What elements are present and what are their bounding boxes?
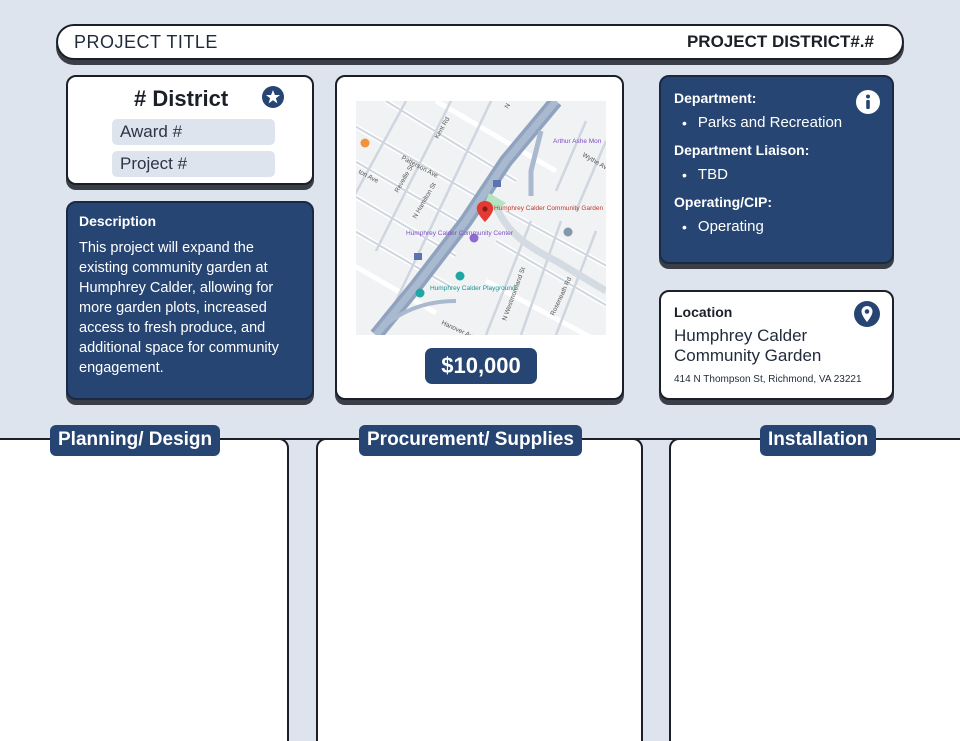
location-label: Location: [674, 304, 733, 320]
installation-heading: Installation: [760, 425, 877, 456]
location-pin-icon: [854, 301, 880, 327]
info-icon: [856, 90, 880, 114]
procurement-supplies-heading: Procurement/ Supplies: [359, 425, 582, 456]
department-card: Department: Parks and Recreation Departm…: [659, 75, 894, 264]
map-label-community-center: Humphrey Calder Community Center: [406, 230, 514, 237]
description-card: Description This project will expand the…: [66, 201, 314, 400]
star-icon: [262, 86, 284, 108]
procurement-supplies-panel: [316, 438, 643, 741]
description-text: This project will expand the existing co…: [79, 240, 279, 376]
map-label-arthur-ashe: Arthur Ashe Mon: [553, 138, 602, 145]
location-address: 414 N Thompson St, Richmond, VA 23221: [674, 374, 862, 385]
planning-design-heading: Planning/ Design: [50, 425, 221, 456]
map-graphic: Humphrey Calder Community Garden Humphre…: [356, 101, 606, 335]
award-number-field: Award #: [112, 119, 275, 145]
location-name: Humphrey Calder Community Garden: [674, 326, 822, 365]
department-value: Parks and Recreation: [682, 114, 879, 131]
header-bar: PROJECT TITLE PROJECT DISTRICT#.#: [56, 24, 904, 60]
project-district: PROJECT DISTRICT#.#: [686, 32, 874, 51]
operating-cip-label: Operating/CIP:: [674, 194, 773, 210]
map-card: Humphrey Calder Community Garden Humphre…: [335, 75, 624, 400]
operating-cip-value: Operating: [682, 218, 879, 235]
liaison-label: Department Liaison:: [674, 142, 810, 158]
district-heading: # District: [134, 86, 229, 111]
planning-design-panel: [0, 438, 289, 741]
location-card: Location Humphrey Calder Community Garde…: [659, 290, 894, 400]
installation-panel: [669, 438, 960, 741]
budget-badge: $10,000: [425, 348, 537, 384]
description-label: Description: [79, 213, 157, 229]
map-label-playground: Humphrey Calder Playground: [430, 285, 516, 292]
project-number-field: Project #: [112, 151, 275, 177]
department-label: Department:: [674, 90, 757, 106]
map[interactable]: Humphrey Calder Community Garden Humphre…: [356, 101, 606, 335]
district-card: # District Award # Project #: [66, 75, 314, 185]
liaison-value: TBD: [682, 166, 879, 183]
project-title: PROJECT TITLE: [74, 31, 218, 52]
map-label-garden: Humphrey Calder Community Garden: [494, 205, 603, 212]
